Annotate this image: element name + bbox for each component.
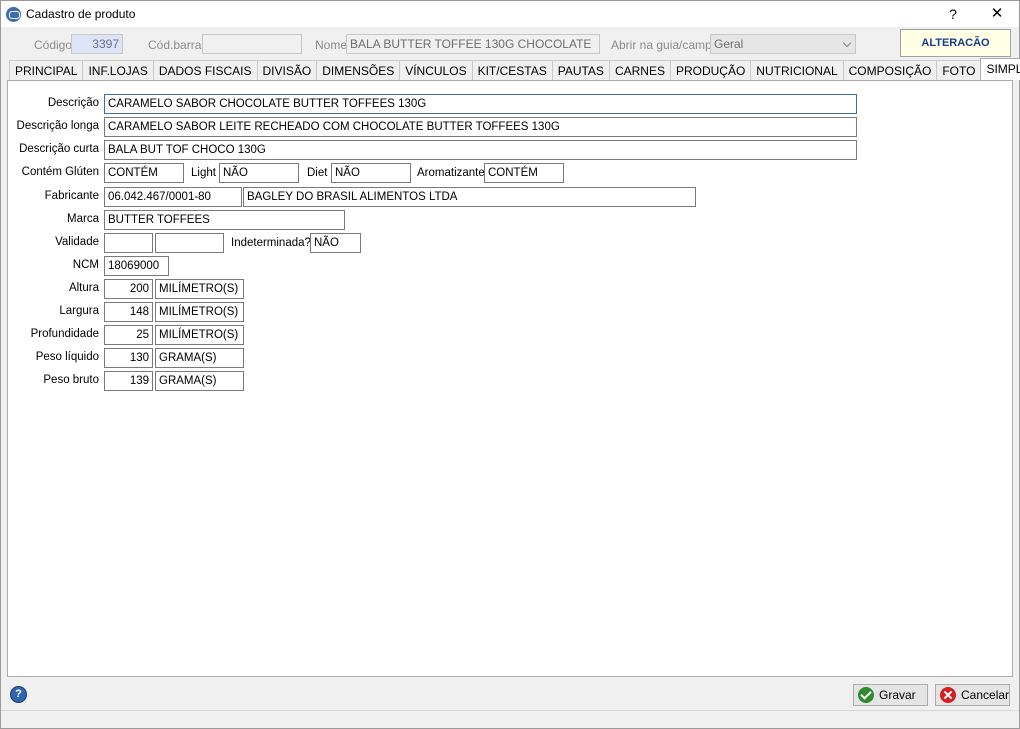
codbarras-label: Cód.barras (148, 38, 208, 52)
nome-field[interactable]: BALA BUTTER TOFFEE 130G CHOCOLATE (346, 34, 600, 54)
altura-field[interactable]: 200 (104, 279, 153, 299)
tab-composicao[interactable]: COMPOSIÇÃO (842, 60, 938, 81)
profundidade-unit-field[interactable]: MILÍMETRO(S) (155, 325, 244, 345)
diet-field[interactable]: NÃO (331, 163, 411, 183)
peso-bruto-field[interactable]: 139 (104, 371, 153, 391)
cancelar-label: Cancelar (961, 688, 1010, 702)
gluten-field[interactable]: CONTÉM (104, 163, 184, 183)
peso-bruto-unit-field[interactable]: GRAMA(S) (155, 371, 244, 391)
light-field[interactable]: NÃO (219, 163, 299, 183)
help-button[interactable]: ? (943, 5, 963, 23)
validade-field-2[interactable] (155, 233, 224, 253)
abrir-guia-label: Abrir na guia/campo (611, 38, 719, 52)
aromatizante-label: Aromatizante (417, 167, 485, 179)
ncm-field[interactable]: 18069000 (104, 256, 169, 276)
product-registration-window: Cadastro de produto ? ✕ Código 3397 Cód.… (0, 0, 1020, 729)
tab-pautas[interactable]: PAUTAS (551, 60, 610, 81)
tab-nutricional[interactable]: NUTRICIONAL (750, 60, 844, 81)
diet-label: Diet (307, 167, 328, 179)
codbarras-field[interactable] (202, 34, 302, 54)
validade-field-1[interactable] (104, 233, 153, 253)
largura-field[interactable]: 148 (104, 302, 153, 322)
close-button[interactable]: ✕ (987, 5, 1007, 23)
cancel-icon (940, 687, 956, 703)
codigo-field[interactable]: 3397 (71, 34, 123, 54)
cancelar-button[interactable]: Cancelar (935, 684, 1010, 706)
tab-dados-fiscais[interactable]: DADOS FISCAIS (152, 60, 258, 81)
indeterminada-label: Indeterminada? (231, 237, 311, 249)
largura-label: Largura (59, 305, 99, 317)
peso-liquido-field[interactable]: 130 (104, 348, 153, 368)
tab-foto[interactable]: FOTO (936, 60, 982, 81)
nome-label: Nome (315, 38, 348, 52)
profundidade-label: Profundidade (30, 328, 99, 340)
checkmark-icon (858, 687, 874, 703)
help-icon[interactable]: ? (10, 686, 27, 703)
ncm-label: NCM (72, 259, 99, 271)
marca-label: Marca (67, 213, 99, 225)
status-badge: ALTERACÃO (900, 29, 1011, 57)
validade-label: Validade (55, 236, 99, 248)
tab-kit-cestas[interactable]: KIT/CESTAS (471, 60, 553, 81)
profundidade-field[interactable]: 25 (104, 325, 153, 345)
app-logo-icon (6, 7, 21, 22)
peso-liquido-unit-field[interactable]: GRAMA(S) (155, 348, 244, 368)
largura-unit-field[interactable]: MILÍMETRO(S) (155, 302, 244, 322)
tab-bar: PRINCIPAL INF.LOJAS DADOS FISCAIS DIVISÃ… (9, 58, 1020, 81)
abrir-guia-value: Geral (714, 37, 744, 51)
peso-liquido-label: Peso líquido (35, 351, 99, 363)
fabricante-nome-field[interactable]: BAGLEY DO BRASIL ALIMENTOS LTDA (243, 187, 696, 207)
simplus-tab-panel: Descrição CARAMELO SABOR CHOCOLATE BUTTE… (7, 80, 1013, 677)
descricao-label: Descrição (47, 97, 99, 109)
status-bar-divider (1, 710, 1019, 711)
fabricante-cnpj-field[interactable]: 06.042.467/0001-80 (104, 187, 242, 207)
chevron-down-icon (842, 38, 852, 48)
abrir-guia-select[interactable]: Geral (710, 34, 856, 54)
gravar-button[interactable]: Gravar (853, 684, 928, 706)
light-label: Light (191, 167, 216, 179)
indeterminada-field[interactable]: NÃO (310, 233, 361, 253)
aromatizante-field[interactable]: CONTÉM (484, 163, 564, 183)
codigo-label: Código (34, 38, 73, 52)
descricao-curta-field[interactable]: BALA BUT TOF CHOCO 130G (104, 140, 857, 160)
altura-unit-field[interactable]: MILÍMETRO(S) (155, 279, 244, 299)
descricao-longa-field[interactable]: CARAMELO SABOR LEITE RECHEADO COM CHOCOL… (104, 117, 857, 137)
altura-label: Altura (68, 282, 99, 294)
fabricante-label: Fabricante (44, 190, 99, 202)
tab-producao[interactable]: PRODUÇÃO (669, 60, 752, 81)
descricao-curta-label: Descrição curta (19, 143, 99, 155)
tab-inf-lojas[interactable]: INF.LOJAS (82, 60, 154, 81)
gravar-label: Gravar (879, 688, 916, 702)
tab-carnes[interactable]: CARNES (608, 60, 671, 81)
tab-dimensoes[interactable]: DIMENSÕES (316, 60, 401, 81)
descricao-longa-label: Descrição longa (16, 120, 99, 132)
title-bar: Cadastro de produto ? ✕ (1, 1, 1019, 27)
tab-simplus[interactable]: SIMPLUS (980, 58, 1020, 80)
peso-bruto-label: Peso bruto (43, 374, 99, 386)
tab-divisao[interactable]: DIVISÃO (256, 60, 318, 81)
gluten-label: Contém Glúten (21, 166, 99, 178)
tab-principal[interactable]: PRINCIPAL (9, 60, 84, 81)
marca-field[interactable]: BUTTER TOFFEES (104, 210, 345, 230)
descricao-field[interactable]: CARAMELO SABOR CHOCOLATE BUTTER TOFFEES … (104, 94, 857, 114)
window-title: Cadastro de produto (26, 7, 136, 21)
tab-vinculos[interactable]: VÍNCULOS (399, 60, 473, 81)
